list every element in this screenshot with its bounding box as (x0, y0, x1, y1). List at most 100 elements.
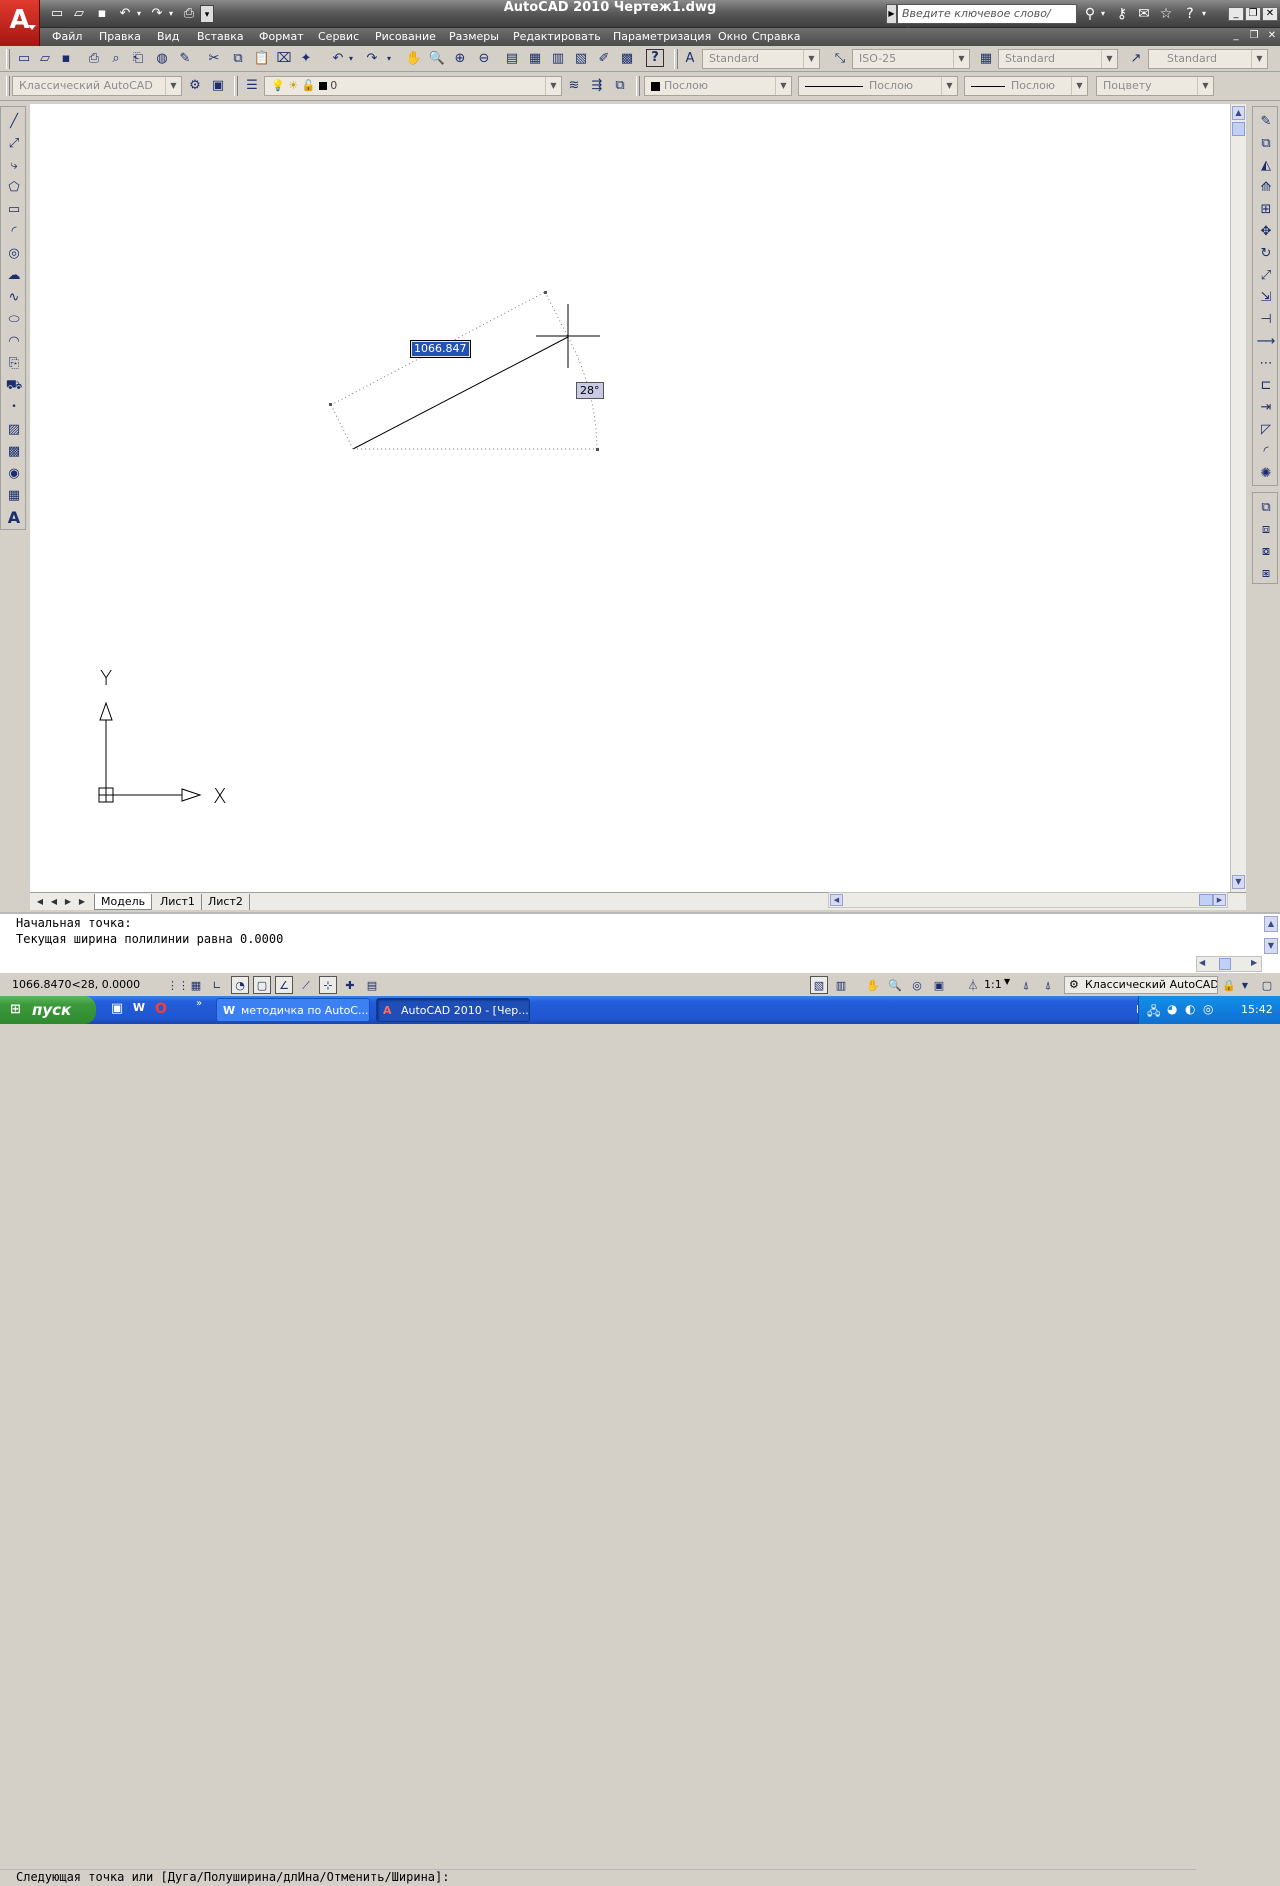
join-icon[interactable]: ⇥ (1255, 397, 1277, 418)
toolbar-grip[interactable] (636, 76, 640, 96)
start-button[interactable]: ⊞ пуск (0, 996, 96, 1024)
fillet-icon[interactable]: ◜ (1255, 441, 1277, 462)
subscription-center-icon[interactable]: ⚷ (1112, 5, 1132, 23)
menu-edit[interactable]: Правка (99, 28, 141, 46)
table-icon[interactable]: ▦ (3, 485, 25, 506)
command-scroll-up-icon[interactable]: ▲ (1264, 916, 1278, 932)
showmotion-icon[interactable]: ▣ (930, 976, 948, 994)
opera-quicklaunch-icon[interactable]: O (152, 1001, 170, 1019)
task-word-document[interactable]: W методичка по AutoC... (216, 998, 370, 1022)
menu-dimension[interactable]: Размеры (449, 28, 499, 46)
3d-dwf-icon[interactable]: ◍ (152, 49, 172, 69)
polygon-icon[interactable]: ⬠ (3, 177, 25, 198)
layer-properties-icon[interactable]: ☰ (242, 76, 262, 96)
length-dynamic-input[interactable]: 1066.847 (410, 340, 471, 358)
toolbar-grip[interactable] (6, 49, 10, 69)
arc-icon[interactable]: ◜ (3, 221, 25, 242)
angle-dynamic-input[interactable]: 28° (576, 382, 604, 399)
rotate-icon[interactable]: ↻ (1255, 243, 1277, 264)
save-toolbar-icon[interactable]: ▪ (56, 49, 76, 69)
task-autocad[interactable]: A AutoCAD 2010 - [Чер... (376, 998, 530, 1022)
scroll-right-icon[interactable]: ▶ (1251, 958, 1257, 967)
doc-close-button[interactable]: ✕ (1264, 30, 1280, 44)
workspace-settings-icon[interactable]: ⚙ (185, 76, 205, 96)
dim-style-icon[interactable]: ⤡ (830, 49, 850, 69)
scroll-thumb[interactable] (1232, 122, 1245, 136)
save-icon[interactable]: ▪ (93, 5, 111, 23)
text-style-combo[interactable]: Standard ▼ (702, 49, 820, 69)
command-input[interactable]: Следующая точка или [Дуга/Полуширина/длИ… (0, 1869, 1196, 1886)
tab-model[interactable]: Модель (94, 894, 153, 910)
calculator-icon[interactable]: ▩ (617, 49, 637, 69)
design-center-icon[interactable]: ▦ (525, 49, 545, 69)
explode-icon[interactable]: ✺ (1255, 463, 1277, 484)
clean-screen-icon[interactable]: ▢ (1258, 976, 1276, 994)
mleader-style-icon[interactable]: ↗ (1126, 49, 1146, 69)
quick-properties-icon[interactable]: ▤ (363, 976, 381, 994)
match-properties-icon[interactable]: ⌧ (274, 49, 294, 69)
pan-status-icon[interactable]: ✋ (864, 976, 882, 994)
tool-palettes-icon[interactable]: ▥ (548, 49, 568, 69)
minimize-button[interactable]: _ (1228, 7, 1244, 21)
undo-icon[interactable]: ↶ (116, 5, 134, 23)
pan-icon[interactable]: ✋ (404, 49, 424, 69)
scroll-thumb[interactable] (1219, 958, 1231, 970)
scroll-up-icon[interactable]: ▲ (1232, 106, 1245, 120)
markup-set-icon[interactable]: ✐ (594, 49, 614, 69)
undo-toolbar-dropdown-icon[interactable]: ▾ (346, 49, 356, 69)
scroll-down-icon[interactable]: ▼ (1232, 875, 1245, 889)
menu-parametric[interactable]: Параметризация (613, 28, 711, 46)
scroll-right-icon[interactable]: ▶ (1213, 894, 1226, 906)
ellipse-icon[interactable]: ⬭ (3, 309, 25, 330)
region-icon[interactable]: ◉ (3, 463, 25, 484)
menu-tools[interactable]: Сервис (318, 28, 359, 46)
dynamic-ucs-icon[interactable]: ⟋ (297, 976, 315, 994)
etransmit-icon[interactable]: ✎ (175, 49, 195, 69)
layer-previous-icon[interactable]: ⇶ (587, 76, 607, 96)
show-lineweight-icon[interactable]: ✚ (341, 976, 359, 994)
word-quicklaunch-icon[interactable]: W (130, 1001, 148, 1019)
undo-dropdown-icon[interactable]: ▾ (134, 5, 144, 23)
menu-help[interactable]: Справка (752, 28, 800, 46)
qnew-icon[interactable]: ▭ (14, 49, 34, 69)
text-style-icon[interactable]: A (680, 49, 700, 69)
open-icon[interactable]: ▱ (35, 49, 55, 69)
close-button[interactable]: ✕ (1262, 7, 1278, 21)
scale-icon[interactable]: ⤢ (1255, 265, 1277, 286)
help-icon[interactable]: ? (1180, 5, 1200, 23)
previous-tab-icon[interactable]: ◀ (48, 895, 60, 908)
toolbar-lock-icon[interactable]: 🔒 (1220, 976, 1238, 994)
app-menu-button[interactable]: A (0, 0, 40, 46)
stretch-icon[interactable]: ⇲ (1255, 287, 1277, 308)
new-file-icon[interactable]: ▭ (48, 5, 66, 23)
mirror-icon[interactable]: ◭ (1255, 155, 1277, 176)
steering-wheel-icon[interactable]: ◎ (908, 976, 926, 994)
bring-above-icon[interactable]: ⧇ (1255, 541, 1277, 562)
next-tab-icon[interactable]: ▶ (62, 895, 74, 908)
mleader-style-combo[interactable]: Standard ▼ (1148, 49, 1268, 69)
tab-layout2[interactable]: Лист2 (202, 894, 250, 910)
first-tab-icon[interactable]: ◀ (34, 895, 46, 908)
point-icon[interactable]: • (3, 397, 25, 418)
menu-insert[interactable]: Вставка (197, 28, 244, 46)
array-icon[interactable]: ⊞ (1255, 199, 1277, 220)
status-menu-icon[interactable]: ▼ (1240, 976, 1250, 994)
vertical-scrollbar[interactable]: ▲ ▼ (1230, 104, 1246, 892)
redo-icon[interactable]: ↷ (148, 5, 166, 23)
menu-draw[interactable]: Рисование (375, 28, 436, 46)
zoom-realtime-icon[interactable]: 🔍 (427, 49, 447, 69)
dynamic-input-icon[interactable]: ⊹ (319, 976, 337, 994)
styles-toolbar-grip[interactable] (674, 49, 678, 69)
redo-toolbar-dropdown-icon[interactable]: ▾ (384, 49, 394, 69)
maximize-button[interactable]: ❐ (1245, 7, 1261, 21)
scroll-left-icon[interactable]: ◀ (830, 894, 843, 906)
annotation-scale-icon[interactable]: ⏃ (964, 976, 982, 994)
lineweight-combo[interactable]: Послою ▼ (964, 76, 1088, 96)
linetype-combo[interactable]: Послою ▼ (798, 76, 958, 96)
properties-icon[interactable]: ▤ (502, 49, 522, 69)
scroll-left-icon[interactable]: ◀ (1199, 958, 1205, 967)
workspace-combo[interactable]: Классический AutoCAD ▼ (12, 76, 182, 96)
grid-display-icon[interactable]: ▦ (187, 976, 205, 994)
insert-block-icon[interactable]: ⎘ (3, 353, 25, 374)
offset-icon[interactable]: ⟰ (1255, 177, 1277, 198)
